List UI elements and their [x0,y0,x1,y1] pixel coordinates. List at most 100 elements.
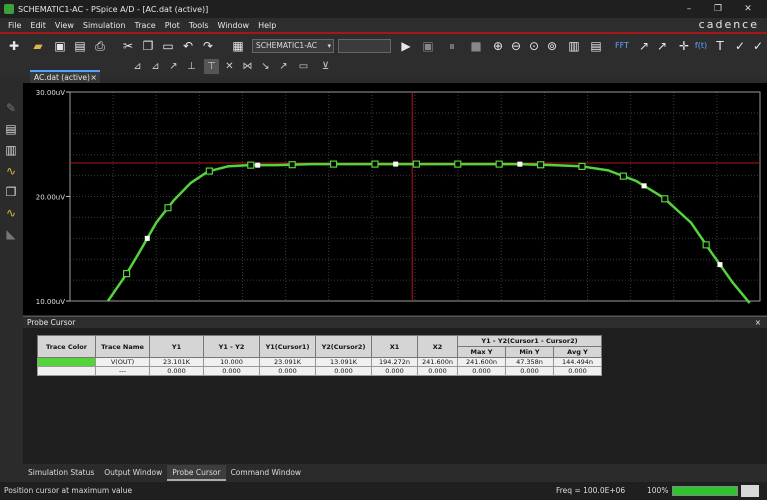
add-plot-icon[interactable]: ▤ [588,38,604,54]
cell-min-y: 47.358n [505,357,554,367]
menu-file[interactable]: File [8,21,21,30]
performance-icon[interactable]: ↗ [636,38,652,54]
mark-icon[interactable]: ✓ [750,38,766,54]
header-x2[interactable]: X2 [417,335,458,358]
cursor-slope-icon[interactable]: ↗ [166,59,181,74]
cursor-peak-icon[interactable]: ⊿ [130,59,145,74]
progress-fill [673,487,737,495]
tab-command-window[interactable]: Command Window [226,465,307,481]
header-y2-cursor2[interactable]: Y2(Cursor2) [315,335,372,358]
new-file-icon[interactable]: ✚ [6,38,22,54]
new-profile-icon[interactable]: ▦ [230,38,246,54]
toolbar-search-input[interactable] [338,39,391,53]
table-row[interactable]: --- 0.000 0.000 0.000 0.000 0.000 0.000 … [37,366,602,376]
pencil-icon[interactable]: ✎ [3,100,19,116]
save-icon[interactable]: ▣ [52,38,68,54]
marker-icon[interactable]: ◣ [3,226,19,242]
maximize-button[interactable]: ❐ [707,0,729,18]
table-row[interactable]: V(OUT) 23.101K 10.000 23.091K 13.091K 19… [37,357,602,367]
probe-icon[interactable]: ∿ [3,205,19,221]
waveform-plot[interactable]: 30.00uV 20.00uV 10.00uV [23,83,767,315]
header-y1[interactable]: Y1 [149,335,204,358]
waveform-icon[interactable]: ∿ [3,163,19,179]
zoom-in-icon[interactable]: ⊕ [490,38,506,54]
document-select-icon[interactable]: ▥ [3,142,19,158]
profile-select[interactable]: SCHEMATIC1-AC ▾ [252,39,334,53]
run-icon[interactable]: ▶ [398,38,414,54]
header-max-y[interactable]: Max Y [457,346,506,358]
settings-icon[interactable]: ▣ [420,38,436,54]
status-message: Position cursor at maximum value [4,486,133,495]
trace-marker-filled [717,262,723,268]
menu-view[interactable]: View [55,21,74,30]
measurement-icon[interactable]: ✓ [732,38,748,54]
paste-icon[interactable]: ▭ [160,38,176,54]
trace-marker-square [495,160,503,168]
y-tick-label: 20.00uV [36,194,65,202]
fft-button[interactable]: FFT [612,38,632,54]
menu-window[interactable]: Window [218,21,250,30]
windows-icon[interactable]: ❐ [3,184,19,200]
chevron-down-icon: ▾ [327,42,331,50]
redo-icon[interactable]: ↷ [200,38,216,54]
pause-icon[interactable]: ⏸ [444,38,460,54]
cursor-max-icon[interactable]: ⊤ [204,59,219,74]
plot-area[interactable]: 30.00uV 20.00uV 10.00uV [23,83,767,315]
header-cursor-diff-group: Y1 - Y2(Cursor1 - Cursor2) [457,335,602,347]
cursor-mark-icon[interactable]: ↗ [276,59,291,74]
save-all-icon[interactable]: ▤ [72,38,88,54]
menu-trace[interactable]: Trace [135,21,156,30]
header-min-y[interactable]: Min Y [505,346,554,358]
trace-marker-square [205,167,213,175]
cursor-point-icon[interactable]: ✕ [222,59,237,74]
trace-marker-filled [144,235,150,241]
header-avg-y[interactable]: Avg Y [553,346,602,358]
cursor-export-icon[interactable]: ⊻ [318,59,333,74]
menu-simulation[interactable]: Simulation [83,21,126,30]
cursor-search-icon[interactable]: ⋈ [240,59,255,74]
add-trace-icon[interactable]: ✛ [676,38,692,54]
cursor-min-icon[interactable]: ⊥ [184,59,199,74]
cursor-label-icon[interactable]: ▭ [296,59,311,74]
menu-plot[interactable]: Plot [165,21,180,30]
document-icon[interactable]: ▤ [3,121,19,137]
tab-output-window[interactable]: Output Window [99,465,167,481]
y-tick-label: 10.00uV [36,298,65,306]
header-trace-name[interactable]: Trace Name [95,335,150,358]
axis-settings-icon[interactable]: ▥ [566,38,582,54]
cut-icon[interactable]: ✂ [120,38,136,54]
menu-tools[interactable]: Tools [189,21,209,30]
minimize-button[interactable]: – [678,0,700,18]
zoom-area-icon[interactable]: ⊙ [526,38,542,54]
zoom-fit-icon[interactable]: ⊚ [544,38,560,54]
close-button[interactable]: ✕ [737,0,759,18]
cell-y2-cursor2: 13.091K [315,357,372,367]
trace-marker-square [164,204,172,212]
tab-close-icon[interactable]: × [90,72,97,83]
tab-ac-dat[interactable]: AC.dat (active) × [30,70,100,83]
menu-help[interactable]: Help [258,21,276,30]
cell-y1-cursor1: 0.000 [259,366,316,376]
undo-icon[interactable]: ↶ [180,38,196,54]
header-x1[interactable]: X1 [371,335,418,358]
header-trace-color[interactable]: Trace Color [37,335,96,358]
open-folder-icon[interactable]: ▰ [30,38,46,54]
cell-y1: 0.000 [149,366,204,376]
cursor-next-icon[interactable]: ↘ [258,59,273,74]
cursor-plot-icon[interactable]: ↗ [654,38,670,54]
text-label-icon[interactable]: T [712,38,728,54]
trace-marker-square [702,241,710,249]
cursor-trough-icon[interactable]: ⊿ [148,59,163,74]
probe-cursor-table: Trace Color Trace Name Y1 Y1 - Y2 Y1(Cur… [37,335,602,376]
tab-simulation-status[interactable]: Simulation Status [23,465,99,481]
tab-probe-cursor[interactable]: Probe Cursor [167,465,226,481]
trace-marker-square [661,195,669,203]
copy-icon[interactable]: ❐ [140,38,156,54]
zoom-out-icon[interactable]: ⊖ [508,38,524,54]
header-y1-cursor1[interactable]: Y1(Cursor1) [259,335,316,358]
ft-button[interactable]: f(t) [692,38,710,54]
stop-icon[interactable]: ■ [468,38,484,54]
menu-edit[interactable]: Edit [30,21,46,30]
print-icon[interactable]: ⎙ [92,38,108,54]
header-y1-y2[interactable]: Y1 - Y2 [203,335,260,358]
